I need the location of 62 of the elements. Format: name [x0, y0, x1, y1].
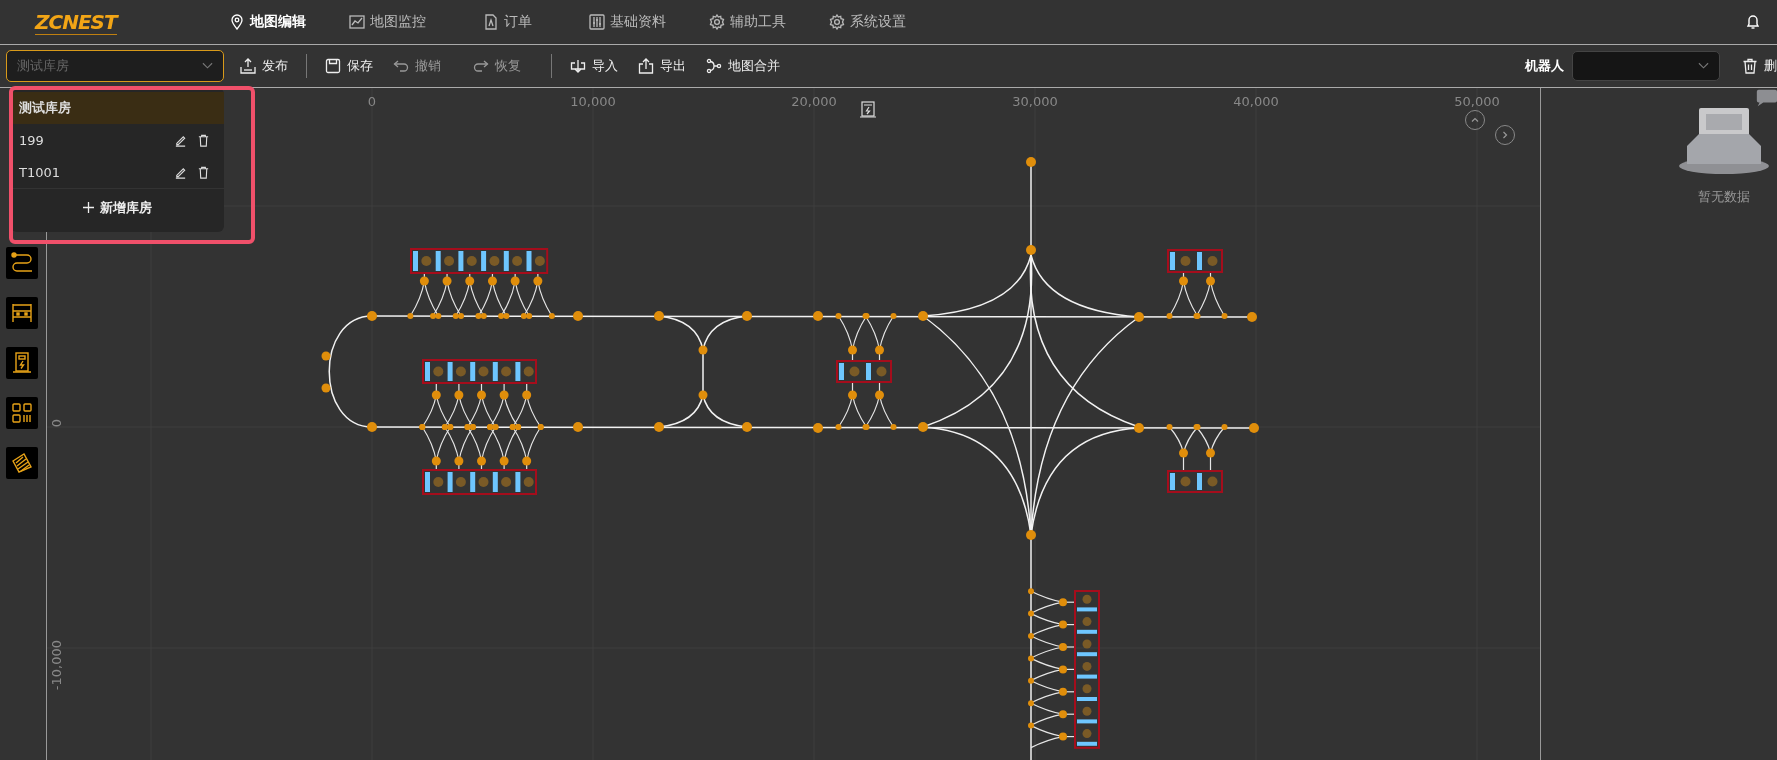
- edit-icon[interactable]: [174, 165, 187, 179]
- axis-label: 0: [49, 419, 64, 428]
- document-icon: [482, 14, 499, 30]
- location-pin-icon: [228, 14, 245, 30]
- hatched-area-icon: [10, 451, 34, 475]
- export-icon: [638, 58, 654, 74]
- trash-icon[interactable]: [197, 133, 210, 147]
- route-tool-button[interactable]: [6, 247, 38, 279]
- logo: ZCNEST: [35, 10, 117, 35]
- add-warehouse-button[interactable]: 新增库房: [11, 188, 224, 226]
- save-button[interactable]: 保存: [317, 53, 381, 79]
- axis-label: 50,000: [1454, 94, 1500, 109]
- charger-icon: [859, 101, 877, 118]
- notification-bell-icon[interactable]: [1745, 14, 1761, 30]
- area-tool-button[interactable]: [6, 447, 38, 479]
- shelf-icon: [10, 301, 34, 325]
- warehouse-option[interactable]: 测试库房: [11, 92, 224, 124]
- charger-tool-button[interactable]: [6, 347, 38, 379]
- trash-icon[interactable]: [197, 165, 210, 179]
- import-button[interactable]: 导入: [562, 53, 626, 79]
- nav-tab[interactable]: 系统设置: [807, 13, 927, 31]
- axis-label: -10,000: [49, 640, 64, 691]
- redo-icon: [473, 58, 489, 74]
- line-chart-icon: [348, 14, 365, 30]
- route-icon: [10, 251, 34, 275]
- trash-icon: [1742, 58, 1758, 74]
- nav-tab[interactable]: 基础资料: [567, 13, 687, 31]
- publish-button[interactable]: 发布: [232, 53, 296, 79]
- import-icon: [570, 58, 586, 74]
- robot-label: 机器人: [1525, 57, 1564, 75]
- nav-tab[interactable]: 辅助工具: [687, 13, 807, 31]
- grid-icon: [10, 401, 34, 425]
- nav-tab[interactable]: 地图编辑: [207, 13, 327, 31]
- plus-icon: [83, 202, 94, 213]
- undo-icon: [393, 58, 409, 74]
- qr-tool-button[interactable]: [6, 397, 38, 429]
- charger-icon: [10, 351, 34, 375]
- edit-icon[interactable]: [174, 133, 187, 147]
- axis-label: 10,000: [570, 94, 616, 109]
- axis-label: 40,000: [1233, 94, 1279, 109]
- shelf-tool-button[interactable]: [6, 297, 38, 329]
- chevron-down-icon: [202, 62, 213, 70]
- axis-label: 20,000: [791, 94, 837, 109]
- axis-label: 0: [367, 94, 377, 109]
- chevron-up-icon: [1470, 115, 1480, 125]
- gear-icon: [828, 14, 845, 30]
- chat-bubble-icon[interactable]: [1755, 88, 1777, 108]
- nav-tab[interactable]: 订单: [447, 13, 567, 31]
- export-button[interactable]: 导出: [630, 53, 694, 79]
- merge-icon: [706, 58, 722, 74]
- axis-label: 30,000: [1012, 94, 1058, 109]
- sliders-icon: [588, 14, 605, 30]
- empty-state-text: 暂无数据: [1698, 188, 1750, 206]
- merge-button[interactable]: 地图合并: [698, 53, 788, 79]
- chevron-right-icon: [1500, 130, 1510, 140]
- warehouse-option[interactable]: T1001: [11, 156, 224, 188]
- warehouse-option[interactable]: 199: [11, 124, 224, 156]
- upload-tray-icon: [240, 58, 256, 74]
- chevron-down-icon: [1698, 62, 1709, 70]
- nav-tab[interactable]: 地图监控: [327, 13, 447, 31]
- gear-icon: [708, 14, 725, 30]
- delete-button[interactable]: 删: [1734, 53, 1777, 79]
